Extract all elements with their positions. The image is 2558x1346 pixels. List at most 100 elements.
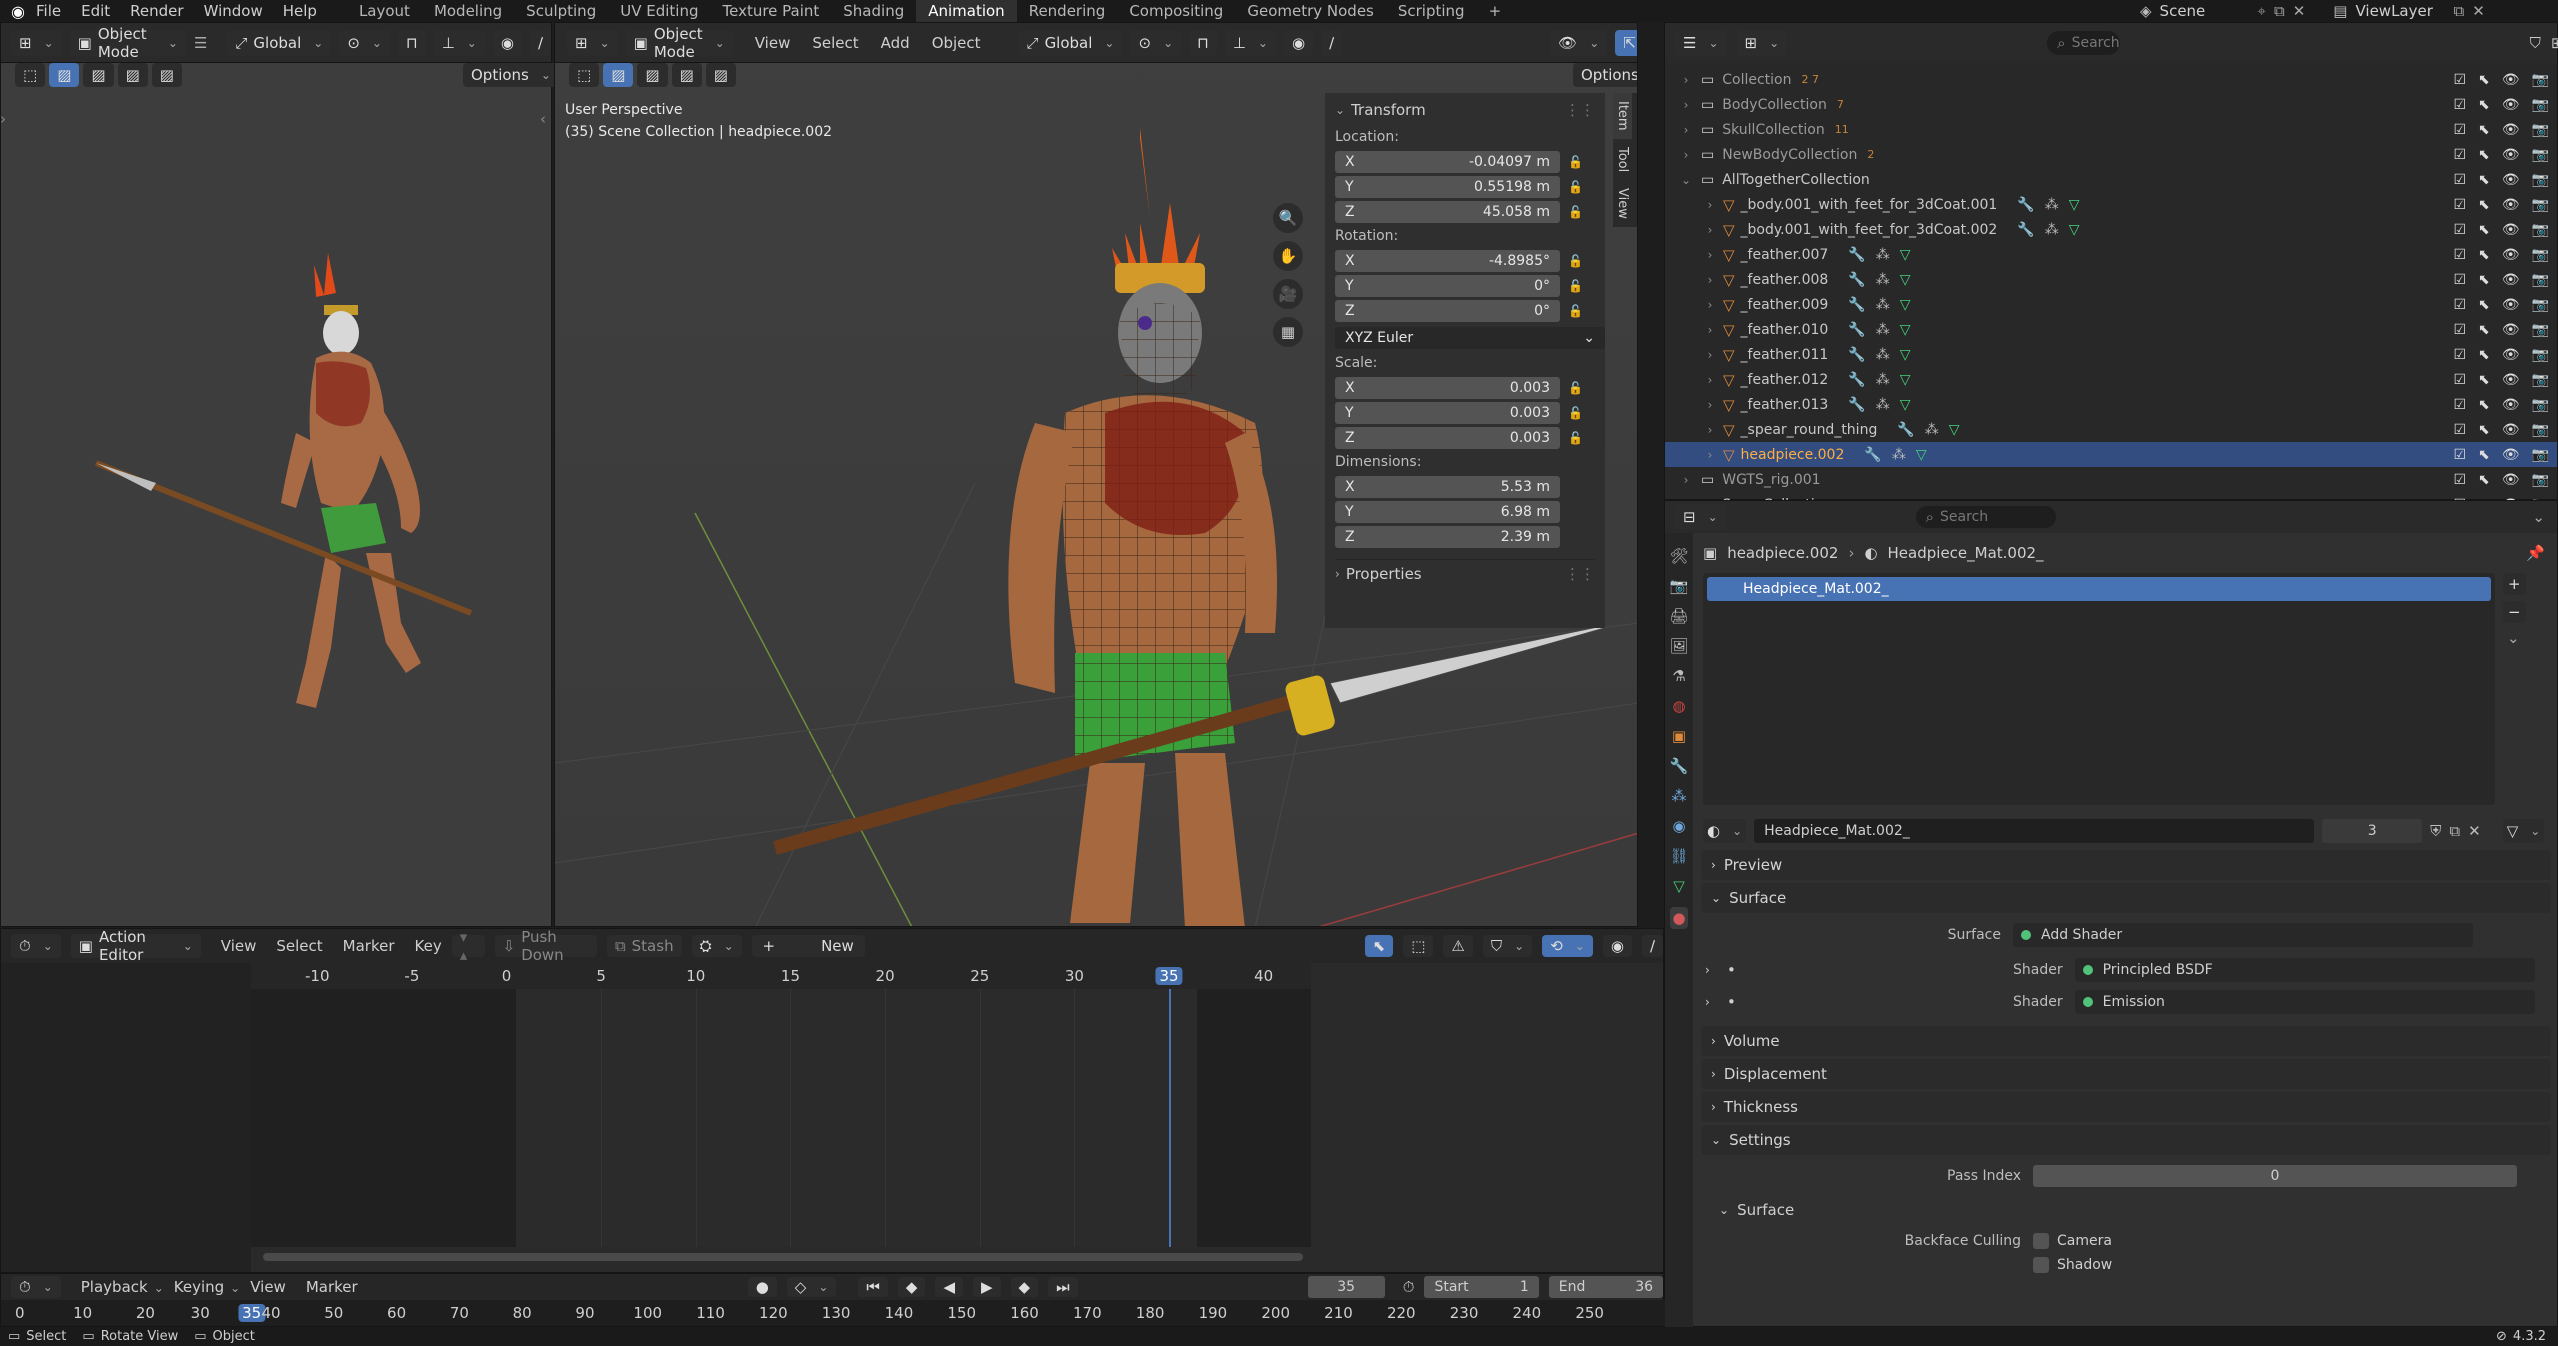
select-toggle-icon[interactable]: ⬉	[2478, 272, 2490, 288]
modifier-icon[interactable]: 🔧	[1848, 397, 1865, 413]
lock-icon[interactable]: 🔓	[1568, 205, 1583, 219]
action-keyframe-area[interactable]	[251, 989, 1311, 1247]
pass-index-field[interactable]: 0	[2033, 1165, 2517, 1187]
exclude-checkbox-icon[interactable]: ☑	[2453, 222, 2466, 238]
action-nav-arrows-icon[interactable]: ▾ ▴	[451, 928, 485, 964]
menu-toggle-icon[interactable]: ☰	[194, 34, 207, 52]
render-camera-icon[interactable]: 📷	[2532, 97, 2549, 113]
mesh-data-icon[interactable]: ▽	[1916, 447, 1927, 463]
section-displacement[interactable]: › Displacement	[1701, 1059, 2551, 1089]
action-frame-ruler[interactable]: -10 -5 0 5 10 15 20 25 30 35 40	[251, 963, 1311, 989]
surface-sub-chevron-icon[interactable]: ⌄	[1719, 1203, 1729, 1217]
stash-button[interactable]: ⧉ Stash	[606, 935, 682, 957]
mode-dropdown[interactable]: ▣ Object Mode	[69, 25, 186, 61]
expand-chevron-icon[interactable]: ›	[1679, 73, 1693, 87]
outliner-row[interactable]: › ▽ _feather.010 🔧 ⁂ ▽ ☑ ⬉ 👁 📷	[1665, 317, 2557, 342]
shadow-checkbox[interactable]	[2033, 1257, 2049, 1273]
vertex-group-icon[interactable]: ⁂	[1876, 247, 1890, 263]
tab-rendering[interactable]: Rendering	[1017, 0, 1118, 22]
only-selected-icon[interactable]: ⬉	[1364, 935, 1394, 957]
vertex-group-icon[interactable]: ⁂	[1925, 422, 1939, 438]
exclude-checkbox-icon[interactable]: ☑	[2453, 272, 2466, 288]
render-camera-icon[interactable]: 📷	[2532, 197, 2549, 213]
modifier-icon[interactable]: 🔧	[2017, 197, 2034, 213]
orientation-dropdown[interactable]: ⤢ Global	[227, 29, 332, 56]
shader1-expand-icon[interactable]: ›	[1693, 963, 1717, 977]
location-z-field[interactable]: Z 45.058 m	[1335, 200, 1560, 223]
expand-chevron-icon[interactable]: ›	[1679, 148, 1693, 162]
tab-uv-editing[interactable]: UV Editing	[608, 0, 710, 22]
vertex-group-icon[interactable]: ⁂	[1876, 297, 1890, 313]
end-frame-field[interactable]: End 36	[1548, 1276, 1664, 1298]
lock-icon[interactable]: 🔓	[1568, 155, 1583, 169]
main-snap-icon[interactable]: ⊓	[1189, 29, 1217, 56]
transform-collapse-icon[interactable]: ⌄	[1335, 103, 1345, 117]
scale-y-field[interactable]: Y 0.003	[1335, 401, 1560, 424]
eye-icon[interactable]: 👁	[2502, 247, 2520, 263]
editor-type-button[interactable]: ⊞	[11, 29, 62, 56]
outliner-row[interactable]: › ▭ Collection 2 7 ☑ ⬉ 👁 📷	[1665, 67, 2557, 92]
action-falloff-icon[interactable]: ∕	[1641, 935, 1663, 957]
tab-scripting[interactable]: Scripting	[1386, 0, 1477, 22]
exclude-checkbox-icon[interactable]: ☑	[2453, 72, 2466, 88]
zoom-icon[interactable]: 🔍	[1273, 203, 1303, 233]
expand-chevron-icon[interactable]: ›	[1703, 373, 1717, 387]
outliner-item-name[interactable]: _feather.013	[1741, 397, 1829, 413]
filter-icon[interactable]: ⛉	[2530, 34, 2541, 52]
playback-menu[interactable]: Playback	[81, 1278, 164, 1296]
outliner-item-name[interactable]: _feather.007	[1741, 247, 1829, 263]
mesh-data-icon[interactable]: ▽	[1900, 322, 1911, 338]
vertex-group-icon[interactable]: ⁂	[2045, 222, 2059, 238]
surface-shader-field[interactable]: Add Shader	[2013, 923, 2473, 947]
main-proportional-icon[interactable]: ◉	[1283, 29, 1314, 56]
expand-chevron-icon[interactable]: ›	[1703, 198, 1717, 212]
view-layer-tab-icon[interactable]: 🖼	[1669, 637, 1688, 655]
tab-geometry-nodes[interactable]: Geometry Nodes	[1235, 0, 1386, 22]
left-viewport[interactable]: ⊞ ▣Object Mode ☰ ⤢Global ⊙ ⊓ ⊥ ◉ ∕ ⬚ ▨ ▨…	[0, 22, 559, 927]
render-camera-icon[interactable]: 📷	[2532, 297, 2549, 313]
remove-slot-icon[interactable]: −	[2503, 601, 2526, 623]
render-camera-icon[interactable]: 📷	[2532, 147, 2549, 163]
outliner-item-name[interactable]: WGTS_rig.001	[1722, 472, 1820, 488]
select-toggle-icon[interactable]: ⬉	[2478, 322, 2490, 338]
add-slot-icon[interactable]: +	[2503, 573, 2526, 595]
render-camera-icon[interactable]: 📷	[2532, 472, 2549, 488]
render-camera-icon[interactable]: 📷	[2532, 347, 2549, 363]
expand-chevron-icon[interactable]: ›	[1703, 298, 1717, 312]
mesh-data-icon[interactable]: ▽	[1900, 347, 1911, 363]
outliner-row[interactable]: › ▽ headpiece.002 🔧 ⁂ ▽ ☑ ⬉ 👁 📷	[1665, 442, 2557, 467]
exclude-checkbox-icon[interactable]: ☑	[2453, 247, 2466, 263]
vertex-group-icon[interactable]: ⁂	[1876, 372, 1890, 388]
expand-chevron-icon[interactable]: ›	[1703, 248, 1717, 262]
timeline-editor-type[interactable]: ⏱	[11, 1276, 61, 1298]
eye-icon[interactable]: 👁	[2502, 447, 2520, 463]
eye-icon[interactable]: 👁	[2502, 322, 2520, 338]
select-mode-invert-icon[interactable]: ▨	[151, 63, 182, 87]
select-toggle-icon[interactable]: ⬉	[2478, 422, 2490, 438]
new-action-button[interactable]: + New	[751, 935, 865, 957]
vertex-group-icon[interactable]: ⁂	[1876, 272, 1890, 288]
action-snap-icon[interactable]: ⟲	[1542, 935, 1593, 957]
unlink-material-icon[interactable]: ✕	[2468, 822, 2481, 840]
outliner-item-name[interactable]: AllTogetherCollection	[1722, 172, 1870, 188]
location-x-field[interactable]: X -0.04097 m	[1335, 150, 1560, 173]
eye-icon[interactable]: 👁	[2502, 172, 2520, 188]
modifier-icon[interactable]: 🔧	[1848, 297, 1865, 313]
outliner-search[interactable]: ⌕ Search	[2047, 31, 2120, 55]
outliner-item-name[interactable]: _feather.011	[1741, 347, 1829, 363]
scene-icon[interactable]: ◈	[2140, 2, 2152, 20]
eye-icon[interactable]: 👁	[2502, 472, 2520, 488]
select-toggle-icon[interactable]: ⬉	[2478, 372, 2490, 388]
main-menu-object[interactable]: Object	[932, 34, 981, 52]
section-surface[interactable]: ⌄ Surface	[1701, 883, 2551, 913]
tab-sculpting[interactable]: Sculpting	[514, 0, 608, 22]
eye-icon[interactable]: 👁	[2502, 97, 2520, 113]
snap-icon[interactable]: ⊓	[397, 29, 426, 56]
outliner-row[interactable]: › ▽ _feather.012 🔧 ⁂ ▽ ☑ ⬉ 👁 📷	[1665, 367, 2557, 392]
rotation-y-field[interactable]: Y 0°	[1335, 274, 1560, 297]
view-layer-name[interactable]: ViewLayer	[2355, 2, 2445, 20]
lock-icon[interactable]: 🔓	[1568, 254, 1583, 268]
tab-animation[interactable]: Animation	[916, 0, 1017, 22]
render-camera-icon[interactable]: 📷	[2532, 422, 2549, 438]
section-settings[interactable]: ⌄ Settings	[1701, 1125, 2551, 1155]
